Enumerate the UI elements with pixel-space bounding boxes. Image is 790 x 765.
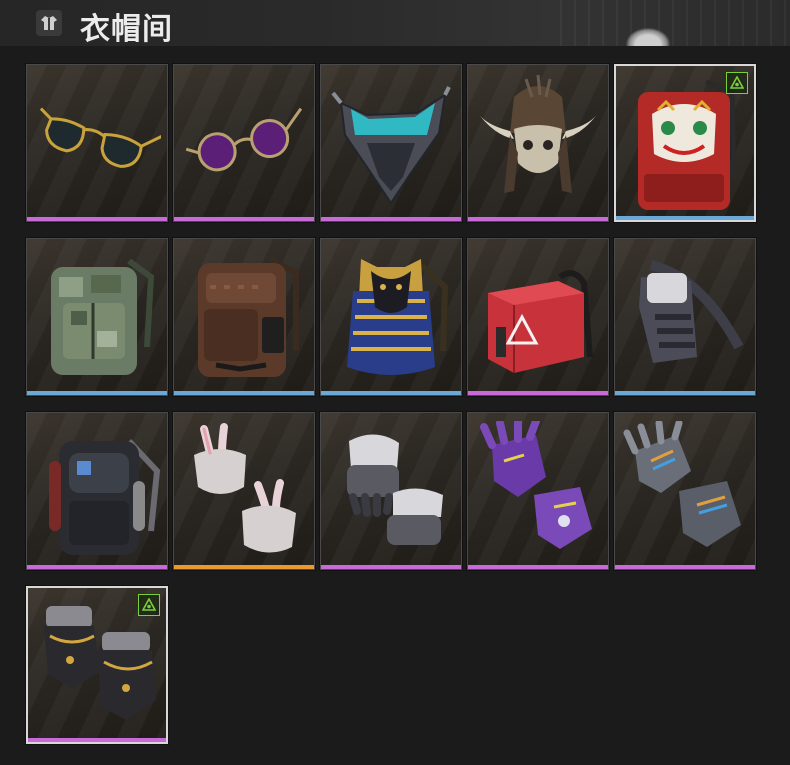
aviator-sunglasses-icon <box>39 107 161 168</box>
rarity-bar <box>27 391 167 395</box>
page-title: 衣帽间 <box>80 12 173 47</box>
new-badge-icon <box>138 594 160 616</box>
gloves-icon <box>480 421 592 549</box>
sling-bag-icon <box>639 260 744 363</box>
item-tile-lion-dance-backpack[interactable] <box>613 63 757 223</box>
rarity-bar <box>615 391 755 395</box>
rarity-bar <box>174 391 314 395</box>
item-tile-red-box-backpack[interactable] <box>466 237 610 397</box>
backpack-icon <box>49 438 161 555</box>
backpack-icon <box>347 259 449 375</box>
item-tile-gold-chain-gauntlets[interactable] <box>25 585 169 745</box>
new-badge-icon <box>726 72 748 94</box>
round-sunglasses-icon <box>185 107 303 172</box>
gloves-icon <box>44 606 156 720</box>
rarity-bar <box>615 565 755 569</box>
rarity-bar <box>321 217 461 221</box>
rarity-bar <box>28 738 166 742</box>
item-tile-cyber-visor-mask[interactable] <box>319 63 463 223</box>
item-grid <box>25 63 757 745</box>
gloves-icon <box>623 421 741 547</box>
rarity-bar <box>321 565 461 569</box>
visor-mask-icon <box>331 86 451 205</box>
item-tile-bunny-gloves[interactable] <box>172 411 316 571</box>
backpack-icon <box>638 79 737 210</box>
rarity-bar <box>321 391 461 395</box>
item-tile-purple-graffiti-gloves[interactable] <box>466 411 610 571</box>
rarity-bar <box>616 216 754 220</box>
item-tile-horned-skull-helmet[interactable] <box>466 63 610 223</box>
item-tile-fur-trim-gloves[interactable] <box>319 411 463 571</box>
gloves-icon <box>347 434 443 545</box>
rarity-bar <box>174 217 314 221</box>
item-tile-grey-sling-bag[interactable] <box>613 237 757 397</box>
item-tile-digital-camo-backpack[interactable] <box>25 237 169 397</box>
rarity-bar <box>174 565 314 569</box>
character-hat-peek <box>626 28 670 46</box>
item-tile-gold-aviator-sunglasses[interactable] <box>25 63 169 223</box>
item-tile-brown-pattern-backpack[interactable] <box>172 237 316 397</box>
rarity-bar <box>27 217 167 221</box>
wardrobe-icon <box>36 10 62 36</box>
skull-helmet-icon <box>478 74 598 193</box>
item-tile-purple-round-sunglasses[interactable] <box>172 63 316 223</box>
rarity-bar <box>468 217 608 221</box>
gloves-icon <box>194 423 296 553</box>
backpack-icon <box>198 256 299 377</box>
rarity-bar <box>468 565 608 569</box>
item-tile-chrome-rainbow-gloves[interactable] <box>613 411 757 571</box>
rarity-bar <box>468 391 608 395</box>
item-tile-tactical-black-backpack[interactable] <box>25 411 169 571</box>
backpack-icon <box>51 258 155 375</box>
rarity-bar <box>27 565 167 569</box>
item-tile-pharaoh-backpack[interactable] <box>319 237 463 397</box>
box-backpack-icon <box>488 270 593 373</box>
